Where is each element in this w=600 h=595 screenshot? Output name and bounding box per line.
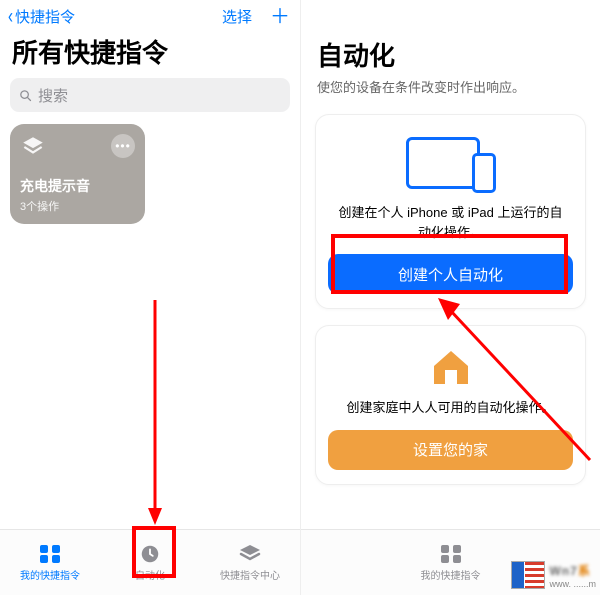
search-placeholder: 搜索 — [38, 85, 68, 106]
grid-icon — [38, 543, 62, 565]
search-icon — [18, 88, 33, 103]
nav-bar: ‹ 快捷指令 选择 ＋ — [0, 0, 300, 29]
add-button[interactable]: ＋ — [270, 7, 290, 27]
search-input[interactable]: 搜索 — [10, 78, 290, 112]
screen-automation: 自动化 使您的设备在条件改变时作出响应。 创建在个人 iPhone 或 iPad… — [300, 0, 600, 595]
shortcut-card[interactable]: ••• 充电提示音 3个操作 — [10, 124, 145, 224]
card-subtitle: 3个操作 — [20, 198, 135, 214]
tab-automation[interactable]: 自动化 — [100, 530, 200, 595]
grid-icon — [439, 543, 463, 565]
clock-icon — [138, 543, 162, 565]
tab-label: 快捷指令中心 — [220, 567, 280, 582]
tab-bar: 我的快捷指令 自动化 快捷指令中心 — [0, 529, 300, 595]
back-label: 快捷指令 — [15, 6, 75, 27]
layers-icon — [20, 134, 46, 165]
setup-home-button[interactable]: 设置您的家 — [328, 430, 573, 470]
stack-icon — [238, 543, 262, 565]
watermark: Wn7系 www. ......m — [511, 561, 596, 589]
home-icon — [426, 344, 476, 388]
select-button[interactable]: 选择 — [222, 6, 252, 27]
chevron-left-icon: ‹ — [8, 5, 13, 29]
tab-label: 我的快捷指令 — [20, 567, 80, 582]
tab-label: 我的快捷指令 — [421, 567, 481, 582]
flag-icon — [511, 561, 545, 589]
more-button[interactable]: ••• — [111, 134, 135, 158]
panel-personal: 创建在个人 iPhone 或 iPad 上运行的自动化操作。 创建个人自动化 — [315, 114, 586, 309]
tab-my-shortcuts[interactable]: 我的快捷指令 — [0, 530, 100, 595]
panel-home: 创建家庭中人人可用的自动化操作。 设置您的家 — [315, 325, 586, 485]
page-subtitle: 使您的设备在条件改变时作出响应。 — [301, 77, 600, 114]
panel-desc: 创建在个人 iPhone 或 iPad 上运行的自动化操作。 — [336, 203, 565, 242]
create-personal-automation-button[interactable]: 创建个人自动化 — [328, 254, 573, 294]
screen-shortcuts: ‹ 快捷指令 选择 ＋ 所有快捷指令 搜索 ••• 充电提示音 3个操 — [0, 0, 300, 595]
back-button[interactable]: ‹ 快捷指令 — [8, 6, 75, 27]
card-title: 充电提示音 — [20, 176, 135, 196]
page-title: 自动化 — [301, 0, 600, 77]
tab-label: 自动化 — [135, 567, 165, 582]
nav-actions: 选择 ＋ — [222, 6, 290, 27]
page-title: 所有快捷指令 — [0, 29, 300, 78]
devices-icon — [396, 133, 506, 193]
tab-gallery[interactable]: 快捷指令中心 — [200, 530, 300, 595]
panel-desc: 创建家庭中人人可用的自动化操作。 — [346, 398, 554, 418]
